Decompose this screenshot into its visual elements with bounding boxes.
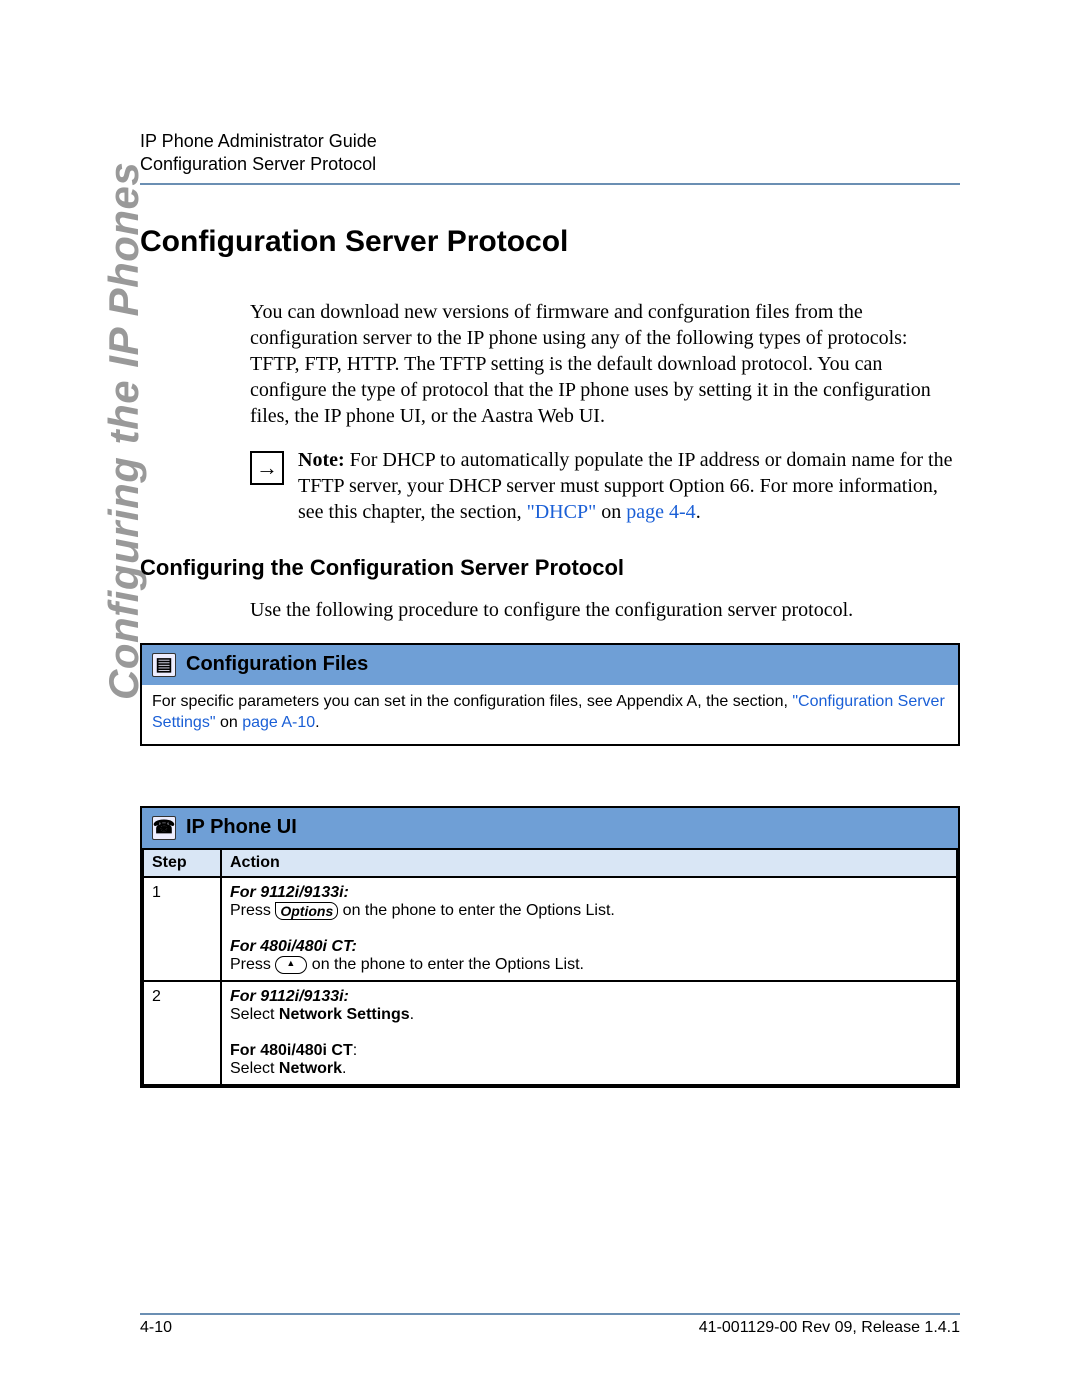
- intro-paragraph: You can download new versions of firmwar…: [250, 299, 960, 429]
- document-page: IP Phone Administrator Guide Configurati…: [0, 0, 1080, 1397]
- header-line-1: IP Phone Administrator Guide: [140, 130, 960, 153]
- action-pre: Select: [230, 1006, 279, 1023]
- page-footer: 4-10 41-001129-00 Rev 09, Release 1.4.1: [140, 1313, 960, 1337]
- col-action: Action: [221, 849, 957, 877]
- action-post: .: [410, 1006, 414, 1023]
- subheading: Configuring the Configuration Server Pro…: [140, 555, 960, 581]
- note-label: Note:: [298, 449, 345, 471]
- doc-revision: 41-001129-00 Rev 09, Release 1.4.1: [699, 1319, 960, 1337]
- note-text: Note: For DHCP to automatically populate…: [298, 447, 960, 525]
- model-label: For 480i/480i CT:: [230, 938, 948, 956]
- action-post: on the phone to enter the Options List.: [307, 956, 584, 973]
- table-header-row: Step Action: [143, 849, 957, 877]
- phone-icon: ☎: [152, 816, 176, 840]
- colon: :: [353, 1042, 357, 1059]
- model-label: For 480i/480i CT: [230, 1042, 353, 1059]
- config-files-title: Configuration Files: [186, 653, 368, 676]
- config-files-header: ▤ Configuration Files: [142, 645, 958, 685]
- action-pre: Press: [230, 902, 275, 919]
- ip-phone-ui-box: ☎ IP Phone UI Step Action 1 For 9112i/91…: [140, 806, 960, 1088]
- chapter-side-title: Configuring the IP Phones: [100, 162, 148, 700]
- options-key-icon: Options: [275, 902, 338, 920]
- note-period: .: [696, 501, 701, 523]
- phone-ui-header: ☎ IP Phone UI: [142, 808, 958, 848]
- header-line-2: Configuration Server Protocol: [140, 153, 960, 176]
- sub-body: Use the following procedure to configure…: [250, 597, 960, 623]
- note-link-dhcp[interactable]: "DHCP": [527, 501, 597, 523]
- step-num: 1: [143, 877, 221, 981]
- config-body-mid: on: [216, 714, 243, 731]
- page-title: Configuration Server Protocol: [140, 225, 960, 259]
- col-step: Step: [143, 849, 221, 877]
- model-label: For 9112i/9133i:: [230, 884, 948, 902]
- step-action: For 9112i/9133i: Select Network Settings…: [221, 981, 957, 1085]
- model-label: For 9112i/9133i:: [230, 988, 948, 1006]
- action-pre: Select: [230, 1060, 279, 1077]
- action-pre: Press: [230, 956, 275, 973]
- page-header: IP Phone Administrator Guide Configurati…: [140, 130, 960, 177]
- arrow-icon: →: [250, 451, 284, 485]
- step-num: 2: [143, 981, 221, 1085]
- config-body-end: .: [315, 714, 319, 731]
- footer-rule: [140, 1313, 960, 1315]
- phone-ui-title: IP Phone UI: [186, 816, 297, 839]
- action-post: .: [342, 1060, 346, 1077]
- action-post: on the phone to enter the Options List.: [338, 902, 615, 919]
- configuration-files-box: ▤ Configuration Files For specific param…: [140, 643, 960, 746]
- action-bold: Network Settings: [279, 1006, 410, 1023]
- step-action: For 9112i/9133i: Press Options on the ph…: [221, 877, 957, 981]
- config-body-pre: For specific parameters you can set in t…: [152, 693, 792, 710]
- note-block: → Note: For DHCP to automatically popula…: [250, 447, 960, 525]
- note-page-link[interactable]: page 4-4: [626, 501, 695, 523]
- up-key-icon: [275, 956, 307, 974]
- table-row: 1 For 9112i/9133i: Press Options on the …: [143, 877, 957, 981]
- config-files-body: For specific parameters you can set in t…: [142, 685, 958, 744]
- page-number: 4-10: [140, 1319, 172, 1337]
- document-icon: ▤: [152, 653, 176, 677]
- steps-table: Step Action 1 For 9112i/9133i: Press Opt…: [142, 848, 958, 1086]
- action-bold: Network: [279, 1060, 342, 1077]
- note-after-link: on: [596, 501, 626, 523]
- header-rule: [140, 183, 960, 185]
- table-row: 2 For 9112i/9133i: Select Network Settin…: [143, 981, 957, 1085]
- config-link-2[interactable]: page A-10: [242, 714, 315, 731]
